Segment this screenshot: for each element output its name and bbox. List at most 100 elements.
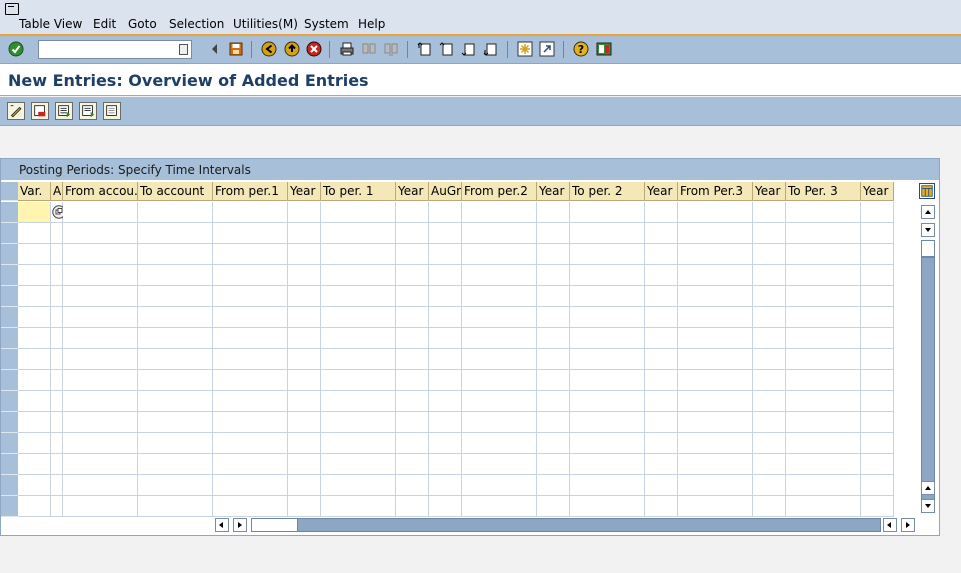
- table-cell[interactable]: [537, 496, 570, 517]
- table-cell[interactable]: [570, 391, 645, 412]
- scroll-right-button[interactable]: [233, 518, 247, 532]
- table-cell[interactable]: [786, 496, 861, 517]
- cancel-icon[interactable]: [306, 41, 322, 57]
- column-header[interactable]: To per. 1: [321, 182, 396, 201]
- table-cell[interactable]: [861, 496, 894, 517]
- table-cell[interactable]: [63, 370, 138, 391]
- table-cell[interactable]: [288, 433, 321, 454]
- table-cell[interactable]: [51, 286, 63, 307]
- table-cell[interactable]: [213, 244, 288, 265]
- table-cell[interactable]: [18, 202, 51, 223]
- table-cell[interactable]: [63, 349, 138, 370]
- back-icon[interactable]: [261, 41, 277, 57]
- table-cell[interactable]: [570, 223, 645, 244]
- table-cell[interactable]: [678, 244, 753, 265]
- table-cell[interactable]: [429, 244, 462, 265]
- table-cell[interactable]: [462, 391, 537, 412]
- scroll-up-button[interactable]: [921, 205, 935, 219]
- row-selector[interactable]: [1, 328, 18, 349]
- table-cell[interactable]: [429, 328, 462, 349]
- column-header[interactable]: Year: [288, 182, 321, 201]
- table-cell[interactable]: [18, 244, 51, 265]
- table-cell[interactable]: [753, 307, 786, 328]
- column-header[interactable]: Year: [537, 182, 570, 201]
- table-cell[interactable]: [18, 265, 51, 286]
- table-cell[interactable]: [321, 496, 396, 517]
- row-selector[interactable]: [1, 454, 18, 475]
- table-cell[interactable]: [288, 475, 321, 496]
- scroll-page-down-button[interactable]: [921, 499, 935, 513]
- table-cell[interactable]: [63, 202, 138, 223]
- table-cell[interactable]: [861, 391, 894, 412]
- table-cell[interactable]: [537, 223, 570, 244]
- table-cell[interactable]: [213, 475, 288, 496]
- table-cell[interactable]: [753, 454, 786, 475]
- table-cell[interactable]: [396, 244, 429, 265]
- table-cell[interactable]: [321, 454, 396, 475]
- select-all-icon[interactable]: [55, 102, 73, 120]
- table-cell[interactable]: [462, 307, 537, 328]
- table-cell[interactable]: [51, 433, 63, 454]
- table-cell[interactable]: [321, 307, 396, 328]
- table-cell[interactable]: [861, 433, 894, 454]
- table-cell[interactable]: [429, 307, 462, 328]
- deselect-all-icon[interactable]: [103, 102, 121, 120]
- table-cell[interactable]: [51, 307, 63, 328]
- exit-icon[interactable]: [284, 41, 300, 57]
- table-cell[interactable]: [462, 433, 537, 454]
- table-cell[interactable]: [645, 265, 678, 286]
- table-cell[interactable]: [570, 328, 645, 349]
- print-icon[interactable]: [339, 41, 355, 57]
- table-cell[interactable]: [462, 202, 537, 223]
- table-cell[interactable]: [429, 286, 462, 307]
- table-cell[interactable]: [321, 475, 396, 496]
- delete-icon[interactable]: [31, 102, 49, 120]
- table-cell[interactable]: [678, 202, 753, 223]
- table-cell[interactable]: [288, 349, 321, 370]
- table-cell[interactable]: [396, 391, 429, 412]
- table-cell[interactable]: [753, 475, 786, 496]
- table-cell[interactable]: [861, 349, 894, 370]
- table-cell[interactable]: [321, 265, 396, 286]
- table-cell[interactable]: [645, 496, 678, 517]
- table-cell[interactable]: [396, 454, 429, 475]
- table-cell[interactable]: [570, 475, 645, 496]
- table-cell[interactable]: [51, 370, 63, 391]
- table-cell[interactable]: [51, 496, 63, 517]
- row-selector[interactable]: [1, 265, 18, 286]
- table-cell[interactable]: [429, 370, 462, 391]
- table-cell[interactable]: [429, 223, 462, 244]
- table-cell[interactable]: [645, 202, 678, 223]
- column-header[interactable]: Var.: [18, 182, 51, 201]
- table-cell[interactable]: [570, 433, 645, 454]
- table-cell[interactable]: [753, 223, 786, 244]
- table-cell[interactable]: [429, 412, 462, 433]
- table-cell[interactable]: [138, 496, 213, 517]
- table-cell[interactable]: [786, 454, 861, 475]
- column-header[interactable]: From Per.3: [678, 182, 753, 201]
- table-cell[interactable]: [63, 475, 138, 496]
- next-page-icon[interactable]: [461, 41, 477, 57]
- table-cell[interactable]: [213, 286, 288, 307]
- table-cell[interactable]: [570, 244, 645, 265]
- table-cell[interactable]: [429, 202, 462, 223]
- horizontal-scroll-track[interactable]: [251, 518, 881, 532]
- table-cell[interactable]: [288, 391, 321, 412]
- row-selector[interactable]: [1, 349, 18, 370]
- table-cell[interactable]: [462, 454, 537, 475]
- table-cell[interactable]: [861, 307, 894, 328]
- table-cell[interactable]: [429, 265, 462, 286]
- table-cell[interactable]: [138, 370, 213, 391]
- table-cell[interactable]: [678, 454, 753, 475]
- table-cell[interactable]: [570, 265, 645, 286]
- table-cell[interactable]: [18, 349, 51, 370]
- table-cell[interactable]: [570, 496, 645, 517]
- table-cell[interactable]: [18, 370, 51, 391]
- table-cell[interactable]: [63, 454, 138, 475]
- table-cell[interactable]: [321, 433, 396, 454]
- table-cell[interactable]: [213, 496, 288, 517]
- save-icon[interactable]: [228, 41, 244, 57]
- scroll-page-left-button[interactable]: [883, 518, 897, 532]
- scroll-page-right-button[interactable]: [901, 518, 915, 532]
- table-cell[interactable]: [570, 307, 645, 328]
